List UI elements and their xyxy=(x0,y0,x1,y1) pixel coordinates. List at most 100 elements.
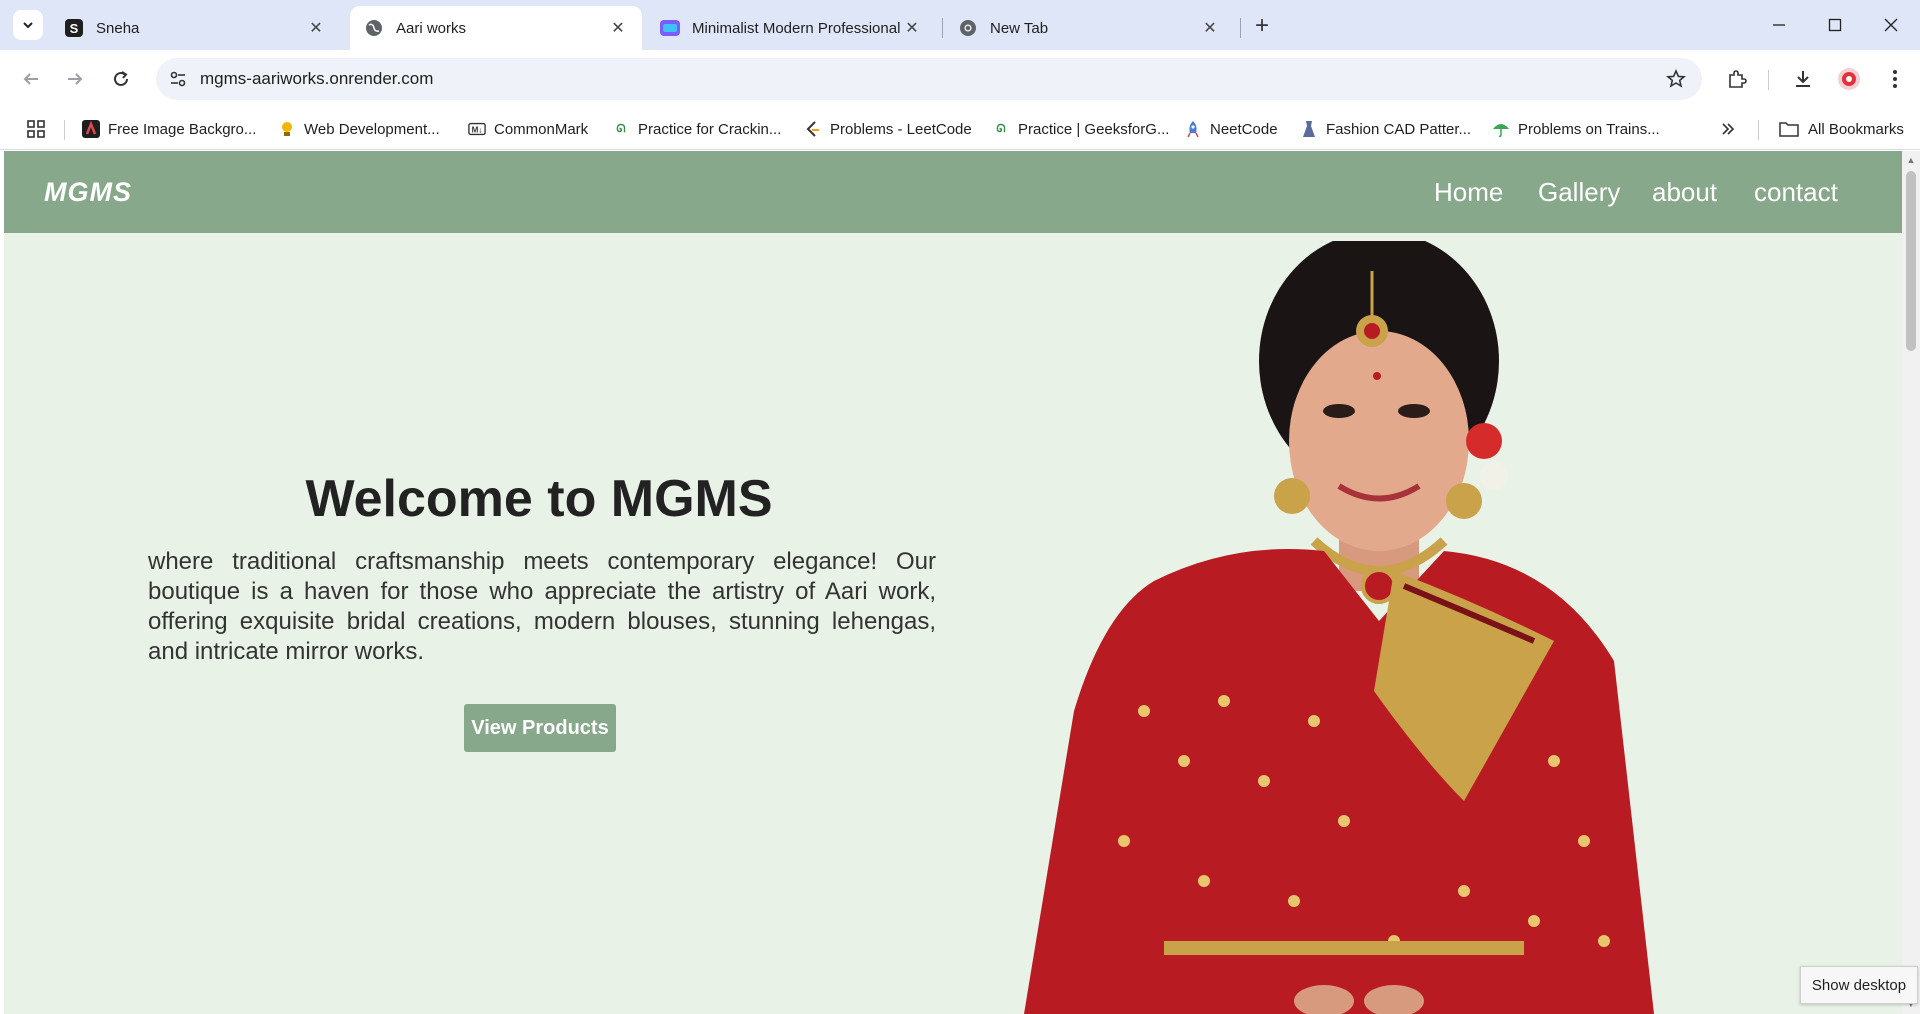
tab-title: Sneha xyxy=(96,19,140,37)
arrow-right-icon xyxy=(68,73,83,85)
bookmarks-bar: Free Image Backgro... Web Development...… xyxy=(0,108,1920,150)
bookmarks-divider xyxy=(64,120,65,140)
hero-description: where traditional craftsmanship meets co… xyxy=(148,548,936,665)
site-navbar: MGMS Home Gallery about contact xyxy=(4,151,1902,233)
tab-sneha[interactable]: S Sneha ✕ xyxy=(50,6,340,50)
site-logo[interactable]: MGMS xyxy=(44,177,132,208)
bookmark-label: Practice | GeeksforG... xyxy=(1018,120,1170,138)
minimize-button[interactable] xyxy=(1756,8,1802,42)
apps-button[interactable] xyxy=(26,118,46,140)
menu-button[interactable] xyxy=(1878,62,1912,96)
bookmark-neetcode[interactable]: NeetCode xyxy=(1184,118,1278,140)
bookmark-practice-cracking[interactable]: ᘏ Practice for Crackin... xyxy=(612,118,781,140)
tab-aari-works[interactable]: Aari works ✕ xyxy=(350,6,642,50)
scroll-up-icon[interactable]: ▲ xyxy=(1906,155,1916,165)
nav-gallery[interactable]: Gallery xyxy=(1538,177,1620,208)
bookmark-star-icon[interactable] xyxy=(1664,67,1688,91)
address-bar[interactable]: mgms-aariworks.onrender.com xyxy=(156,58,1702,100)
chevron-down-icon xyxy=(23,22,33,29)
bookmark-problems-trains[interactable]: Problems on Trains... xyxy=(1492,118,1660,140)
downloads-button[interactable] xyxy=(1786,62,1820,96)
close-window-button[interactable] xyxy=(1868,8,1914,42)
new-tab-button[interactable]: + xyxy=(1248,12,1276,40)
bookmark-label: Practice for Crackin... xyxy=(638,120,782,138)
kebab-menu-icon xyxy=(1893,70,1897,88)
bookmark-geeksforgeeks[interactable]: ᘏ Practice | GeeksforG... xyxy=(992,118,1169,140)
close-icon[interactable]: ✕ xyxy=(902,18,922,38)
close-icon[interactable]: ✕ xyxy=(1200,18,1220,38)
tab-new-tab[interactable]: New Tab ✕ xyxy=(944,6,1234,50)
dress-icon xyxy=(1300,120,1318,138)
nav-about[interactable]: about xyxy=(1652,177,1717,208)
download-icon xyxy=(1796,71,1810,87)
gfg-icon: ᘏ xyxy=(996,122,1006,135)
arrow-left-icon xyxy=(23,73,38,85)
more-bookmarks-button[interactable] xyxy=(1720,118,1736,140)
bookmark-label: NeetCode xyxy=(1210,120,1278,138)
globe-icon xyxy=(364,18,384,38)
close-icon xyxy=(1884,18,1898,32)
bookmarks-divider xyxy=(1758,120,1759,140)
forward-button[interactable] xyxy=(58,62,92,96)
bookmark-label: Free Image Backgro... xyxy=(108,120,257,138)
maximize-icon xyxy=(1828,18,1842,32)
nav-contact[interactable]: contact xyxy=(1754,177,1838,208)
bulb-icon xyxy=(278,120,296,138)
reload-button[interactable] xyxy=(104,62,138,96)
toolbar-divider xyxy=(1768,70,1769,90)
bookmark-commonmark[interactable]: M↓ CommonMark xyxy=(468,118,588,140)
minimize-icon xyxy=(1773,24,1785,26)
back-button[interactable] xyxy=(14,62,48,96)
double-chevron-right-icon xyxy=(1722,123,1735,135)
s-logo-icon: S xyxy=(64,18,84,38)
maximize-button[interactable] xyxy=(1812,8,1858,42)
page-scrollbar[interactable]: ▲ ▼ xyxy=(1902,151,1920,1014)
show-desktop-tooltip: Show desktop xyxy=(1800,966,1918,1004)
bookmark-label: All Bookmarks xyxy=(1808,120,1904,138)
tab-strip: S Sneha ✕ Aari works ✕ Minimalist Modern… xyxy=(0,0,1920,50)
hero-title: Welcome to MGMS xyxy=(305,470,773,528)
gfg-icon: ᘏ xyxy=(616,122,626,135)
nav-home[interactable]: Home xyxy=(1434,177,1503,208)
tab-separator xyxy=(942,18,943,38)
extensions-button[interactable] xyxy=(1720,62,1754,96)
apps-grid-icon xyxy=(27,120,45,138)
markdown-icon: M↓ xyxy=(468,120,486,138)
browser-toolbar: mgms-aariworks.onrender.com xyxy=(0,50,1920,108)
close-icon[interactable]: ✕ xyxy=(306,18,326,38)
bookmark-free-image[interactable]: Free Image Backgro... xyxy=(82,118,256,140)
tab-title: Minimalist Modern Professional xyxy=(692,19,901,37)
close-icon[interactable]: ✕ xyxy=(608,18,628,38)
bookmark-label: Problems on Trains... xyxy=(1518,120,1660,138)
rocket-icon xyxy=(1184,120,1202,138)
folder-icon xyxy=(1778,120,1800,138)
web-page: MGMS Home Gallery about contact Welcome … xyxy=(4,151,1902,1014)
svg-text:S: S xyxy=(70,21,79,36)
tab-search-button[interactable] xyxy=(13,10,43,40)
tab-separator xyxy=(1240,18,1241,38)
profile-avatar[interactable] xyxy=(1832,62,1866,96)
all-bookmarks-button[interactable]: All Bookmarks xyxy=(1778,118,1904,140)
leetcode-icon xyxy=(804,120,822,138)
bookmark-label: Problems - LeetCode xyxy=(830,120,972,138)
reload-icon xyxy=(114,71,128,86)
bookmark-web-development[interactable]: Web Development... xyxy=(278,118,440,140)
bookmark-label: Fashion CAD Patter... xyxy=(1326,120,1472,138)
tab-title: Aari works xyxy=(396,19,467,37)
bookmark-label: CommonMark xyxy=(494,120,589,138)
avatar-icon xyxy=(1838,68,1860,90)
scroll-thumb[interactable] xyxy=(1906,171,1916,351)
view-products-button[interactable]: View Products xyxy=(464,704,616,752)
url-text[interactable]: mgms-aariworks.onrender.com xyxy=(200,69,433,89)
bookmark-label: Web Development... xyxy=(304,120,440,138)
umbrella-icon xyxy=(1492,120,1510,138)
bookmark-leetcode[interactable]: Problems - LeetCode xyxy=(804,118,972,140)
adobe-icon xyxy=(82,120,100,138)
chrome-icon xyxy=(958,18,978,38)
tab-minimalist[interactable]: Minimalist Modern Professional ✕ xyxy=(646,6,936,50)
bookmark-fashion-cad[interactable]: Fashion CAD Patter... xyxy=(1300,118,1471,140)
bride-image xyxy=(1024,241,1654,1014)
canva-icon xyxy=(660,18,680,38)
puzzle-icon xyxy=(1729,70,1747,88)
site-settings-icon[interactable] xyxy=(166,67,190,91)
